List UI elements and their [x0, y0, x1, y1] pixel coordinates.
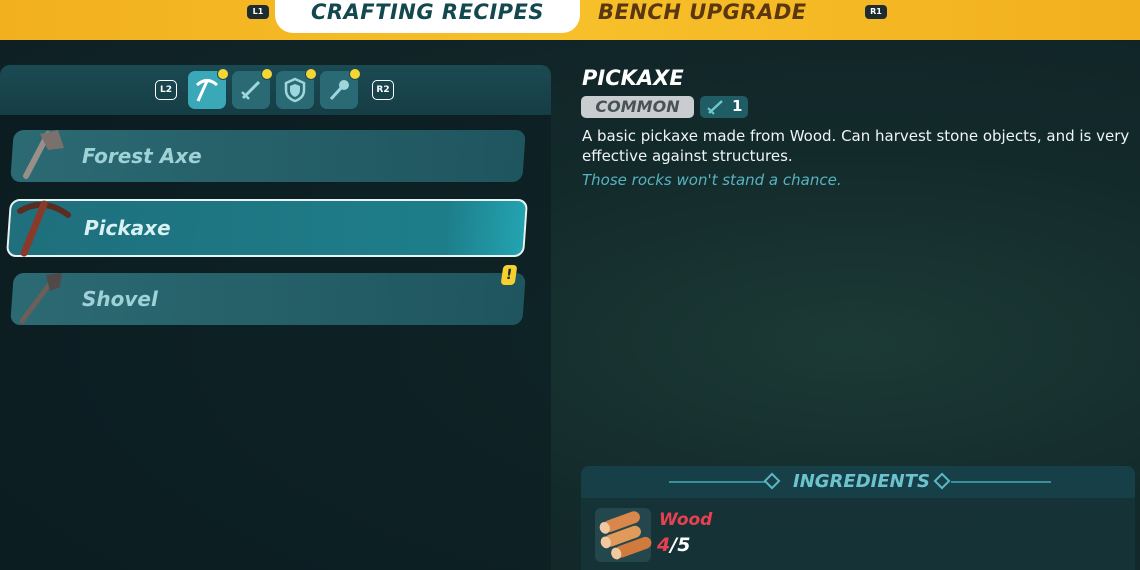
axe-icon — [23, 130, 64, 179]
divider — [669, 481, 765, 483]
category-tools[interactable] — [188, 68, 229, 109]
torch-icon — [329, 80, 349, 101]
shovel-icon — [19, 273, 62, 324]
new-recipe-badge: ! — [500, 265, 518, 285]
item-title: PICKAXE — [582, 66, 684, 90]
ingredient-name: Wood — [659, 510, 713, 530]
recipe-label: Pickaxe — [84, 216, 171, 240]
ingredient-need: 5 — [677, 534, 691, 556]
item-level-badge: 1 — [700, 96, 748, 118]
recipe-label: Shovel — [82, 287, 158, 311]
category-utility[interactable] — [320, 68, 361, 109]
item-flavor-text: Those rocks won't stand a chance. — [582, 171, 842, 189]
top-tab-bar: L1 CRAFTING RECIPES BENCH UPGRADE R1 — [0, 0, 1140, 40]
sword-icon — [241, 80, 261, 100]
diamond-ornament-icon — [933, 472, 951, 490]
item-level: 1 — [732, 97, 743, 115]
category-armor[interactable] — [276, 68, 317, 109]
recipe-item-shovel[interactable]: Shovel — [10, 273, 526, 325]
recipe-item-pickaxe[interactable]: Pickaxe — [5, 199, 529, 257]
recipe-list-panel — [0, 115, 551, 570]
pickaxe-icon — [195, 79, 219, 102]
pickaxe-icon — [17, 200, 72, 257]
divider — [951, 481, 1051, 483]
category-bar: L2 R2 — [0, 65, 551, 115]
recipe-item-forest-axe[interactable]: Forest Axe — [10, 130, 526, 182]
ingredient-count: 4/5 — [657, 534, 690, 556]
sword-icon — [707, 100, 723, 115]
rarity-badge: COMMON — [581, 96, 694, 118]
new-indicator-dot — [217, 68, 229, 80]
recipe-label: Forest Axe — [82, 144, 202, 168]
l1-button-hint[interactable]: L1 — [247, 5, 269, 19]
ingredient-row-wood: Wood 4/5 — [581, 498, 1135, 570]
wood-logs-icon — [595, 508, 652, 562]
tab-crafting-recipes[interactable]: CRAFTING RECIPES — [275, 0, 580, 33]
item-description: A basic pickaxe made from Wood. Can harv… — [582, 127, 1130, 165]
r2-button-hint[interactable]: R2 — [372, 80, 394, 100]
r1-button-hint[interactable]: R1 — [865, 5, 887, 19]
tab-bench-upgrade[interactable]: BENCH UPGRADE — [598, 0, 807, 33]
new-indicator-dot — [261, 68, 273, 80]
category-weapons[interactable] — [232, 68, 273, 109]
ingredients-header: INGREDIENTS — [581, 466, 1135, 498]
l2-button-hint[interactable]: L2 — [155, 80, 177, 100]
ingredient-have: 4 — [657, 534, 671, 556]
shield-icon — [284, 77, 306, 103]
ingredients-title: INGREDIENTS — [793, 471, 930, 492]
diamond-ornament-icon — [763, 472, 781, 490]
new-indicator-dot — [305, 68, 317, 80]
new-indicator-dot — [349, 68, 361, 80]
